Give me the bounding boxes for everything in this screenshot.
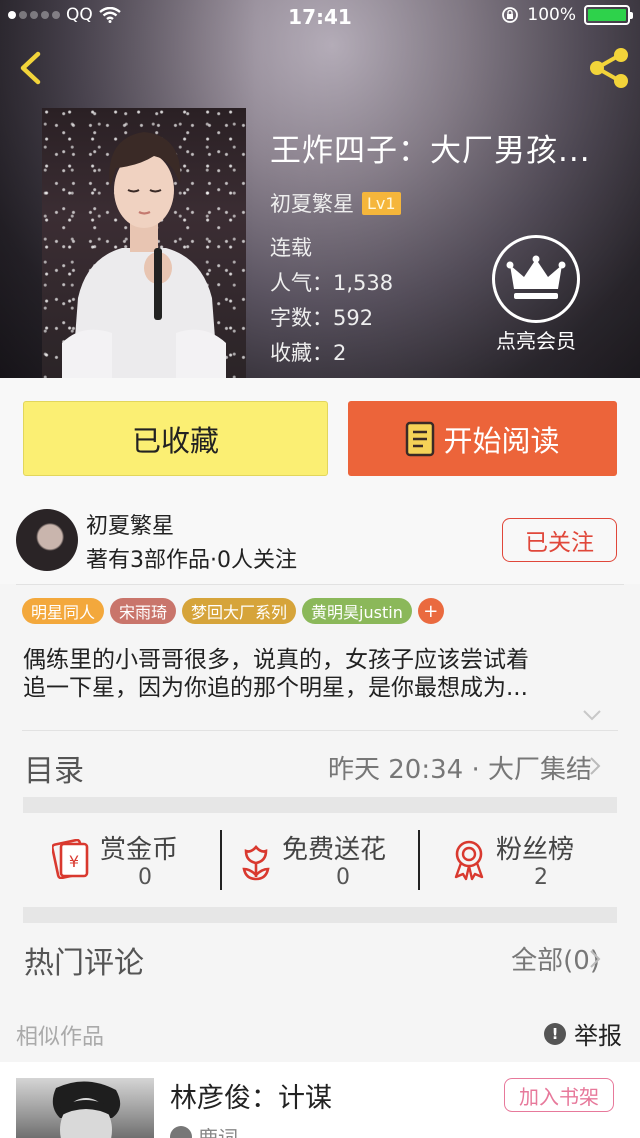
similar-work-title[interactable]: 林彦俊：计谋 xyxy=(170,1076,332,1115)
catalog-title: 目录 xyxy=(24,754,84,789)
start-reading-button[interactable]: 开始阅读 xyxy=(348,401,617,476)
favorites-label: 收藏： xyxy=(270,341,333,365)
similar-works-title: 相似作品 xyxy=(16,1025,105,1050)
start-reading-label: 开始阅读 xyxy=(443,423,560,458)
section-separator xyxy=(23,907,617,923)
report-label: 举报 xyxy=(574,1022,622,1050)
similar-work-author: 鹿词 xyxy=(198,1126,238,1138)
word-count-label: 字数： xyxy=(270,306,333,330)
reward-coins-value: 0 xyxy=(138,865,152,890)
book-cover-image[interactable] xyxy=(42,108,246,378)
cover-portrait xyxy=(52,1081,121,1138)
book-author-row[interactable]: 初夏繁星 Lv1 xyxy=(270,188,620,218)
follow-label: 已关注 xyxy=(525,530,594,556)
section-separator xyxy=(23,797,617,813)
vip-button[interactable]: 点亮会员 xyxy=(488,235,584,354)
description-line: 偶练里的小哥哥很多，说真的，女孩子应该尝试着 xyxy=(23,647,529,673)
share-button[interactable] xyxy=(584,44,634,92)
chevron-right-icon xyxy=(590,757,601,775)
popularity-value: 1,538 xyxy=(333,271,394,295)
stats-row: ¥ 赏金币 0 免费送花 0 粉丝榜 2 xyxy=(0,815,640,907)
medal-icon xyxy=(454,840,484,881)
tag-list: 明星同人 宋雨琦 梦回大厂系列 黄明昊justin + xyxy=(22,598,444,624)
send-flower-button[interactable]: 免费送花 0 xyxy=(230,815,410,907)
cover-portrait xyxy=(62,132,226,378)
fan-ranking-value: 2 xyxy=(534,865,548,890)
orientation-lock-icon xyxy=(502,7,519,23)
reward-coins-button[interactable]: ¥ 赏金币 0 xyxy=(40,815,210,907)
catalog-row[interactable]: 目录 昨天 20:34 · 大厂集结 xyxy=(0,731,640,797)
all-comments-link[interactable]: 全部(0) xyxy=(511,940,600,977)
fan-ranking-label: 粉丝榜 xyxy=(496,835,575,865)
reward-coins-label: 赏金币 xyxy=(100,835,179,865)
battery-icon xyxy=(584,5,633,25)
report-button[interactable]: ! 举报 xyxy=(544,1016,622,1051)
word-count-value: 592 xyxy=(333,306,374,330)
book-icon xyxy=(406,421,435,456)
divider xyxy=(418,830,420,890)
send-flower-value: 0 xyxy=(336,865,350,890)
chevron-left-icon xyxy=(20,51,41,85)
favorite-label: 已收藏 xyxy=(131,423,219,458)
tag-item[interactable]: 明星同人 xyxy=(22,598,105,624)
more-tags-button[interactable]: + xyxy=(417,598,444,624)
book-author-name[interactable]: 初夏繁星 xyxy=(270,188,354,218)
back-button[interactable] xyxy=(10,44,54,92)
crown-icon xyxy=(492,235,580,323)
chevron-right-icon xyxy=(590,950,601,968)
tag-item[interactable]: 梦回大厂系列 xyxy=(182,598,297,624)
alert-icon: ! xyxy=(544,1022,566,1045)
vip-label: 点亮会员 xyxy=(496,329,576,353)
book-description[interactable]: 偶练里的小哥哥很多，说真的，女孩子应该尝试着 追一下星，因为你追的那个明星，是你… xyxy=(23,646,621,702)
level-badge: Lv1 xyxy=(362,191,401,215)
favorites-value: 2 xyxy=(333,341,347,365)
description-line: 追一下星，因为你追的那个明星，是你最想成为... xyxy=(23,675,528,701)
action-bar: 已收藏 开始阅读 xyxy=(0,378,640,496)
author-stats: 著有3部作品·0人关注 xyxy=(86,548,297,573)
battery-percent: 100% xyxy=(527,5,576,25)
send-flower-label: 免费送花 xyxy=(282,835,387,865)
author-avatar[interactable] xyxy=(16,509,78,571)
popularity-label: 人气： xyxy=(270,271,333,295)
status-right: 100% xyxy=(501,5,633,25)
add-to-shelf-label: 加入书架 xyxy=(519,1084,599,1109)
divider xyxy=(16,584,624,585)
fan-ranking-button[interactable]: 粉丝榜 2 xyxy=(440,815,600,907)
hot-comments-row[interactable]: 热门评论 全部(0) xyxy=(0,924,640,992)
battery-fill xyxy=(588,9,626,21)
tag-item[interactable]: 黄明昊justin xyxy=(302,598,412,624)
similar-work-cover[interactable] xyxy=(16,1078,154,1138)
author-card[interactable]: 初夏繁星 著有3部作品·0人关注 已关注 xyxy=(0,496,640,584)
similar-work-author-row: 鹿词 xyxy=(170,1122,238,1138)
share-icon xyxy=(590,48,628,88)
red-envelope-icon: ¥ xyxy=(52,839,89,879)
follow-button[interactable]: 已关注 xyxy=(502,518,617,562)
author-name[interactable]: 初夏繁星 xyxy=(86,508,174,540)
flower-icon xyxy=(242,844,270,881)
divider xyxy=(220,830,222,890)
latest-chapter: 昨天 20:34 · 大厂集结 xyxy=(328,755,592,785)
hot-comments-title: 热门评论 xyxy=(24,946,144,981)
favorite-button[interactable]: 已收藏 xyxy=(23,401,328,476)
avatar xyxy=(170,1125,192,1138)
add-to-shelf-button[interactable]: 加入书架 xyxy=(504,1078,614,1112)
chevron-down-icon[interactable] xyxy=(582,708,602,722)
svg-text:¥: ¥ xyxy=(69,852,79,871)
similar-works-header: 相似作品 ! 举报 xyxy=(0,1000,640,1062)
tag-item[interactable]: 宋雨琦 xyxy=(110,598,177,624)
similar-work-item[interactable]: 林彦俊：计谋 鹿词 加入书架 xyxy=(0,1062,640,1138)
status-bar: QQ 17:41 100% xyxy=(0,0,640,34)
book-title: 王炸四子：大厂男孩... xyxy=(270,133,591,169)
